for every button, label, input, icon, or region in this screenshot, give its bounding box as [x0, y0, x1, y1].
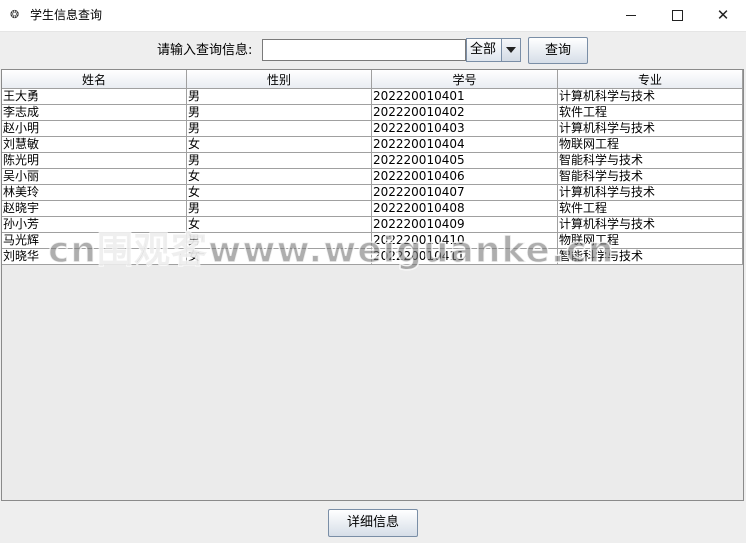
- cell-gender[interactable]: 女: [186, 136, 372, 153]
- cell-student-id[interactable]: 202220010406: [371, 168, 558, 185]
- dropdown-arrow-button[interactable]: [501, 39, 520, 61]
- cell-student-id[interactable]: 202220010404: [371, 136, 558, 153]
- column-header-name[interactable]: 姓名: [2, 70, 187, 89]
- cell-major[interactable]: 物联网工程: [557, 136, 743, 153]
- column-header-student-id[interactable]: 学号: [371, 70, 558, 89]
- cell-student-id[interactable]: 202220010407: [371, 184, 558, 201]
- cell-gender[interactable]: 男: [186, 152, 372, 169]
- cell-major[interactable]: 智能科学与技术: [557, 152, 743, 169]
- detail-info-button[interactable]: 详细信息: [328, 509, 418, 537]
- table-row[interactable]: 赵晓宇男 202220010408 软件工程: [2, 200, 743, 217]
- table-row[interactable]: 刘慧敏女 202220010404 物联网工程: [2, 136, 743, 153]
- chevron-down-icon: [506, 47, 516, 53]
- title-bar: ❂ 学生信息查询 ✕: [0, 0, 746, 32]
- column-header-major[interactable]: 专业: [557, 70, 743, 89]
- cell-major[interactable]: 软件工程: [557, 104, 743, 121]
- cell-gender[interactable]: 男: [186, 104, 372, 121]
- cell-gender[interactable]: 女: [186, 184, 372, 201]
- cell-name[interactable]: 林美玲: [2, 184, 187, 201]
- cell-name[interactable]: 李志成: [2, 104, 187, 121]
- cell-name[interactable]: 赵小明: [2, 120, 187, 137]
- cell-name[interactable]: 赵晓宇: [2, 200, 187, 217]
- cell-gender[interactable]: 女: [186, 168, 372, 185]
- table-row[interactable]: 赵小明男 202220010403 计算机科学与技术: [2, 120, 743, 137]
- search-label: 请输入查询信息:: [157, 43, 253, 58]
- minimize-icon: [626, 15, 636, 16]
- query-button[interactable]: 查询: [528, 37, 588, 64]
- maximize-button[interactable]: [654, 0, 700, 31]
- cell-name[interactable]: 刘慧敏: [2, 136, 187, 153]
- cell-major[interactable]: 智能科学与技术: [557, 168, 743, 185]
- cell-student-id[interactable]: 202220010403: [371, 120, 558, 137]
- cell-name[interactable]: 吴小丽: [2, 168, 187, 185]
- student-table-scrollpane[interactable]: 姓名 性别 学号 专业 王大勇男 202220010401 计算机科学与技术 李志成男…: [1, 69, 744, 501]
- column-header-gender[interactable]: 性别: [186, 70, 372, 89]
- maximize-icon: [671, 10, 683, 21]
- cell-gender[interactable]: 男: [186, 88, 372, 105]
- cell-name[interactable]: 陈光明: [2, 152, 187, 169]
- table-header-row: 姓名 性别 学号 专业: [2, 70, 743, 89]
- cell-gender[interactable]: 男: [186, 120, 372, 137]
- cell-major[interactable]: 软件工程: [557, 200, 743, 217]
- cell-major[interactable]: 计算机科学与技术: [557, 120, 743, 137]
- cell-student-id[interactable]: 202220010408: [371, 200, 558, 217]
- close-icon: ✕: [716, 6, 730, 24]
- minimize-button[interactable]: [608, 0, 654, 31]
- cell-student-id[interactable]: 202220010401: [371, 88, 558, 105]
- watermark-text: cn围观客www.weiguanke.cn: [47, 230, 615, 272]
- cell-major[interactable]: 计算机科学与技术: [557, 184, 743, 201]
- filter-selected-value: 全部: [470, 42, 497, 57]
- table-row[interactable]: 林美玲女 202220010407 计算机科学与技术: [2, 184, 743, 201]
- cell-gender[interactable]: 男: [186, 200, 372, 217]
- table-row[interactable]: 王大勇男 202220010401 计算机科学与技术: [2, 88, 743, 105]
- table-row[interactable]: 吴小丽女 202220010406 智能科学与技术: [2, 168, 743, 185]
- close-button[interactable]: ✕: [700, 0, 746, 31]
- cell-major[interactable]: 计算机科学与技术: [557, 88, 743, 105]
- filter-dropdown[interactable]: 全部: [466, 38, 521, 62]
- cell-name[interactable]: 王大勇: [2, 88, 187, 105]
- cell-student-id[interactable]: 202220010405: [371, 152, 558, 169]
- cell-student-id[interactable]: 202220010402: [371, 104, 558, 121]
- window-title: 学生信息查询: [30, 8, 103, 22]
- table-row[interactable]: 陈光明男 202220010405 智能科学与技术: [2, 152, 743, 169]
- table-row[interactable]: 李志成男 202220010402 软件工程: [2, 104, 743, 121]
- java-app-icon: ❂: [10, 8, 20, 21]
- search-input[interactable]: [262, 39, 466, 61]
